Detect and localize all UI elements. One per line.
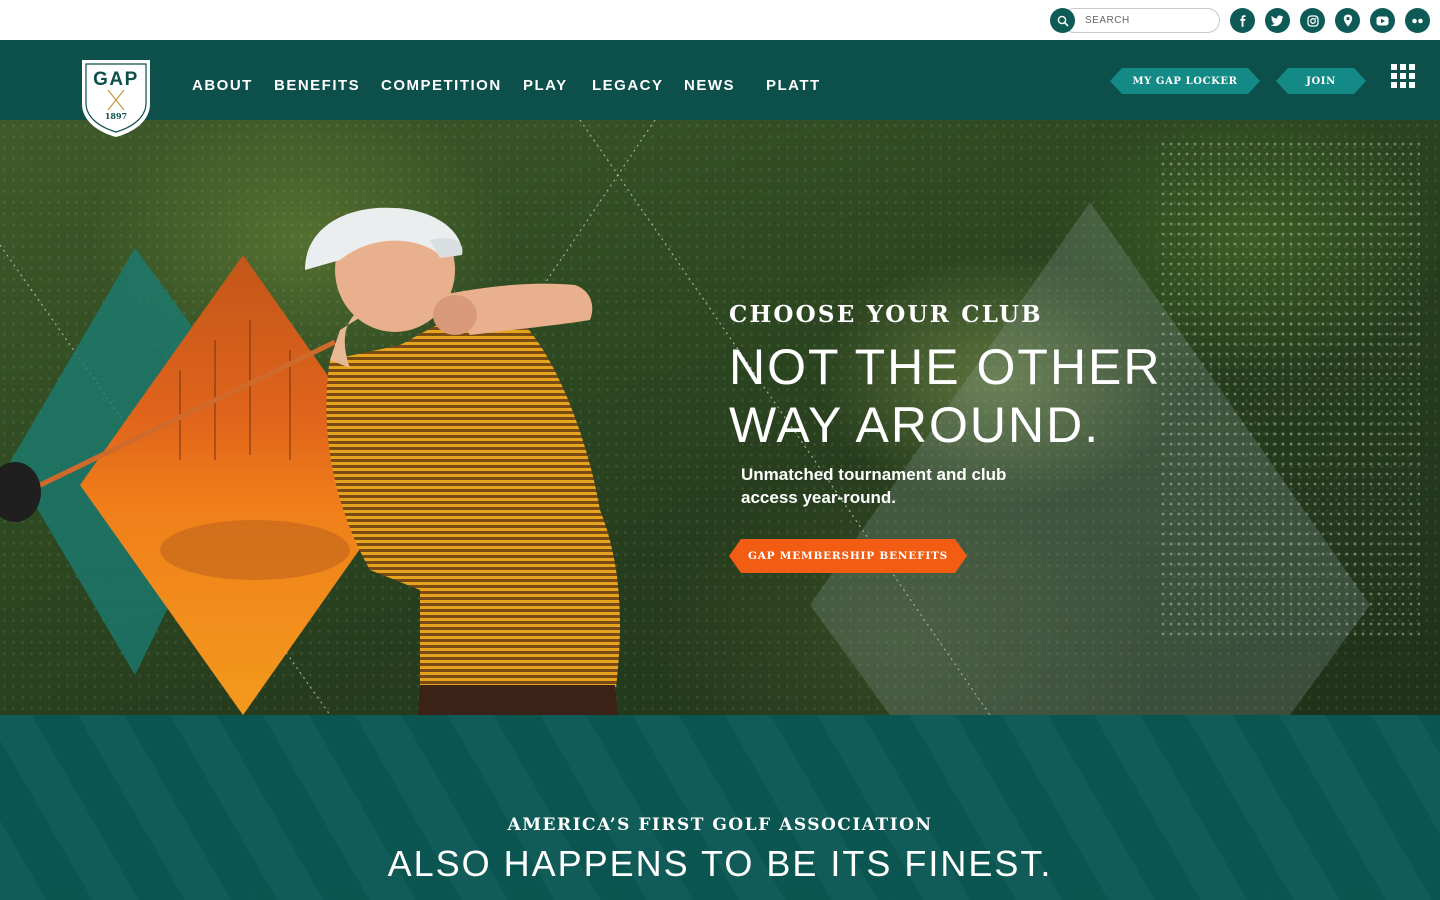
search-icon [1057, 15, 1069, 27]
instagram-icon[interactable] [1300, 8, 1325, 33]
intro-title: ALSO HAPPENS TO BE ITS FINEST. [387, 843, 1053, 884]
golfer-figure [305, 207, 620, 715]
nav-benefits[interactable]: BENEFITS [274, 77, 360, 94]
hero-headline-line2: WAY AROUND. [729, 397, 1101, 453]
gap-membership-benefits-button[interactable]: GAP MEMBERSHIP BENEFITS [729, 539, 967, 573]
twitter-icon[interactable] [1265, 8, 1290, 33]
youtube-icon[interactable] [1370, 8, 1395, 33]
gap-logo[interactable]: GAP 1897 [80, 58, 152, 138]
grid-menu-icon[interactable] [1391, 64, 1415, 88]
join-button[interactable]: JOIN [1276, 68, 1366, 94]
nav-legacy[interactable]: LEGACY [592, 77, 664, 94]
nav-competition[interactable]: COMPETITION [381, 77, 502, 94]
flickr-icon[interactable] [1405, 8, 1430, 33]
nav-play[interactable]: PLAY [523, 77, 568, 94]
hero-headline-line1: NOT THE OTHER [729, 339, 1162, 395]
logo-wordmark: GAP [93, 69, 139, 90]
hero-subhead: Unmatched tournament and club access yea… [741, 465, 1007, 507]
nav-platt[interactable]: PLATT [766, 77, 821, 94]
hero-eyebrow: CHOOSE YOUR CLUB [729, 301, 1043, 328]
search-box [1050, 8, 1220, 33]
intro-eyebrow: AMERICA’S FIRST GOLF ASSOCIATION [507, 815, 933, 835]
search-button[interactable] [1050, 8, 1075, 33]
search-input[interactable] [1062, 8, 1220, 33]
nav-about[interactable]: ABOUT [192, 77, 253, 94]
logo-year: 1897 [105, 111, 127, 121]
facebook-icon[interactable] [1230, 8, 1255, 33]
nav-news[interactable]: NEWS [684, 77, 735, 94]
my-gap-locker-button[interactable]: MY GAP LOCKER [1110, 68, 1260, 94]
location-pin-icon[interactable] [1335, 8, 1360, 33]
utility-bar [0, 0, 1440, 40]
hero-headline: NOT THE OTHER WAY AROUND. [729, 338, 1229, 454]
gap-shield-icon: GAP 1897 [82, 60, 150, 137]
